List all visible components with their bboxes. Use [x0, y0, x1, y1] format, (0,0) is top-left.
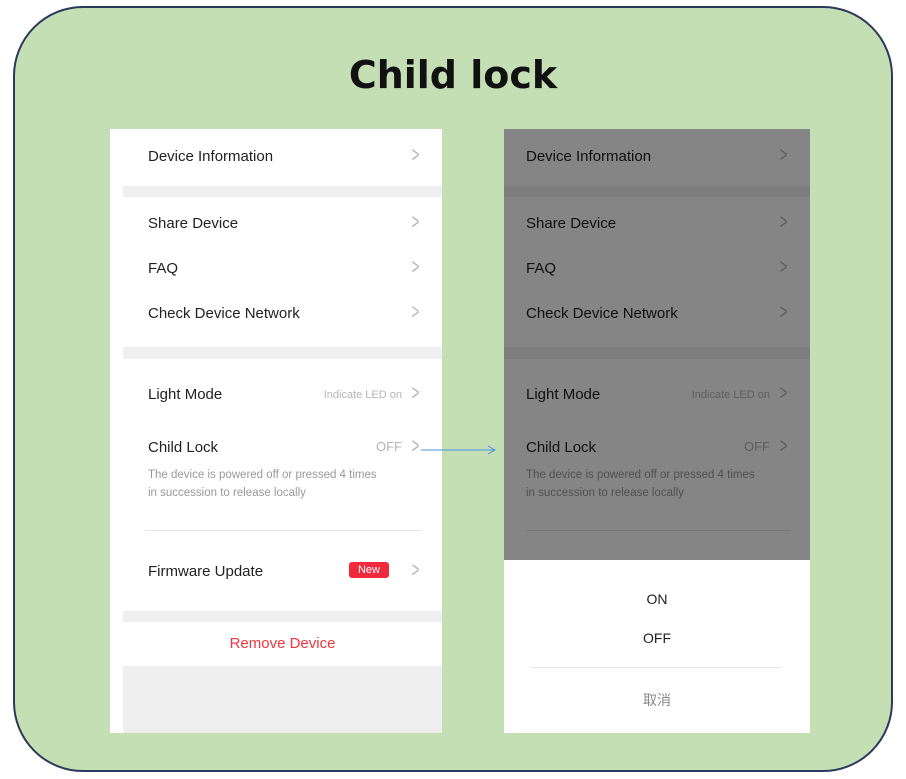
section-info: Device Information >: [123, 129, 442, 186]
chevron-right-icon: >: [411, 142, 420, 167]
section-share: Share Device > FAQ > Check Device Networ…: [123, 197, 442, 347]
firmware-update-label: Firmware Update: [148, 563, 264, 580]
share-device-label: Share Device: [148, 215, 239, 232]
faq-label: FAQ: [148, 260, 179, 277]
settings-screen-before: Device Information > Share Device > FAQ …: [110, 129, 442, 733]
light-mode-label: Light Mode: [148, 386, 223, 403]
device-information-label: Device Information: [148, 148, 274, 165]
modal-backdrop[interactable]: [504, 129, 810, 560]
child-lock-action-sheet: ON OFF 取消: [504, 560, 810, 733]
slide-title: Child lock: [348, 53, 558, 97]
settings-screen-after: Device Information > Share Device > FAQ …: [504, 129, 810, 733]
connector-arrow: [421, 445, 497, 455]
chevron-right-icon: >: [411, 380, 420, 405]
chevron-right-icon: >: [411, 299, 420, 324]
chevron-right-icon: >: [411, 433, 420, 458]
section-modes: Light Mode Indicate LED on > Child Lock …: [123, 359, 442, 611]
option-off-button[interactable]: OFF: [504, 630, 810, 646]
divider: [145, 530, 422, 531]
remove-device-button[interactable]: Remove Device: [123, 635, 442, 652]
chevron-right-icon: >: [411, 557, 420, 582]
light-mode-value: Indicate LED on: [323, 389, 402, 401]
sheet-divider: [532, 667, 780, 668]
option-on-button[interactable]: ON: [504, 591, 810, 607]
section-remove: Remove Device: [123, 622, 442, 666]
child-lock-label: Child Lock: [148, 439, 219, 456]
check-device-network-label: Check Device Network: [148, 305, 300, 322]
child-lock-value: OFF: [376, 439, 402, 454]
chevron-right-icon: >: [411, 209, 420, 234]
chevron-right-icon: >: [411, 254, 420, 279]
child-lock-description: The device is powered off or pressed 4 t…: [148, 469, 377, 499]
cancel-button[interactable]: 取消: [504, 690, 810, 710]
new-badge: New: [348, 562, 389, 578]
